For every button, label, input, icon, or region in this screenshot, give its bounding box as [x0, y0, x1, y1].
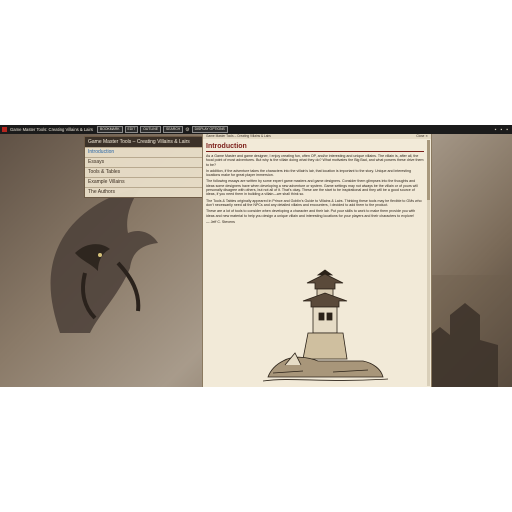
window-controls: ▪ ▪ ▪	[495, 127, 508, 133]
app-title: Game Master Tools: Creating Villains & L…	[10, 127, 93, 132]
close-icon[interactable]: ▪	[506, 127, 508, 133]
display-options-button[interactable]: DISPLAY OPTIONS	[191, 126, 228, 133]
minimize-icon[interactable]: ▪	[495, 127, 497, 133]
toc-item-example-villains[interactable]: Example Villains	[85, 177, 202, 187]
app-logo-icon	[2, 127, 7, 132]
document-titlebar: Game Master Tools – Creating Villains & …	[203, 134, 431, 139]
author-signature: — Jeff C. Stevens	[206, 219, 235, 224]
document-window-title: Game Master Tools – Creating Villains & …	[206, 134, 271, 138]
dragon-background-art	[50, 188, 158, 333]
top-toolbar: Game Master Tools: Creating Villains & L…	[0, 125, 512, 134]
document-viewer: Game Master Tools – Creating Villains & …	[202, 134, 432, 387]
paragraph: As a Game Master and game designer, I en…	[206, 154, 424, 167]
paragraph: The following essays are written by some…	[206, 179, 418, 197]
toc-item-introduction[interactable]: Introduction	[85, 147, 202, 157]
document-body: As a Game Master and game designer, I en…	[203, 152, 431, 224]
edit-button[interactable]: EDIT	[124, 126, 139, 133]
pagoda-tower-illustration	[263, 269, 388, 382]
document-scrollbar[interactable]	[427, 140, 430, 386]
outline-button[interactable]: OUTLINE	[140, 126, 161, 133]
maximize-icon[interactable]: ▪	[500, 127, 502, 133]
toc-item-essays[interactable]: Essays	[85, 157, 202, 167]
table-of-contents-panel: Game Master Tools – Creating Villains & …	[84, 136, 203, 198]
paragraph: The Tools & Tables originally appeared i…	[206, 198, 422, 207]
paragraph: In addition, if the adventure takes the …	[206, 168, 412, 178]
toc-item-the-authors[interactable]: The Authors	[85, 187, 202, 197]
scrollbar-thumb[interactable]	[427, 140, 430, 200]
search-button[interactable]: SEARCH	[162, 126, 184, 133]
settings-gear-icon[interactable]: ⚙	[185, 127, 189, 133]
page-title: Introduction	[206, 143, 424, 152]
castle-background-art	[420, 275, 512, 387]
paragraph: These are a lot of tools to consider whe…	[206, 209, 416, 218]
app-window: Game Master Tools: Creating Villains & L…	[0, 125, 512, 387]
document-close-button[interactable]: Close ✕	[416, 134, 428, 139]
toc-item-tools-tables[interactable]: Tools & Tables	[85, 167, 202, 177]
toc-header: Game Master Tools – Creating Villains & …	[85, 137, 202, 147]
bookmark-button[interactable]: BOOKMARK	[96, 126, 123, 133]
